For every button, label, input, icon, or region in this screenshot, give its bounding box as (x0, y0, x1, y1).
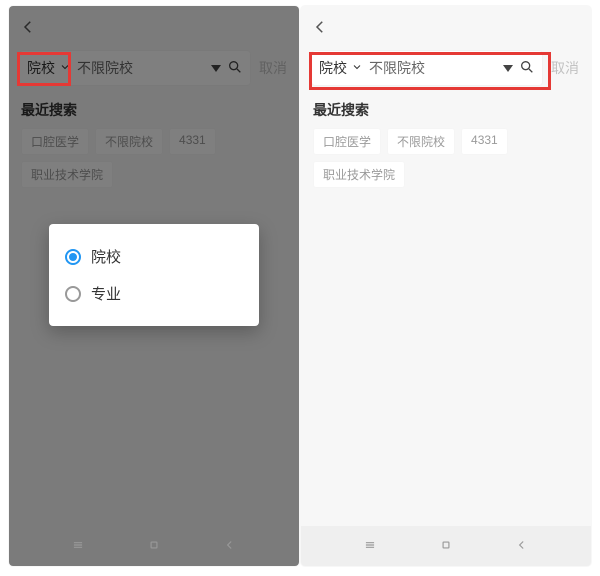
category-popup: 院校专业 (49, 224, 259, 326)
recent-chip[interactable]: 4331 (461, 128, 508, 155)
recent-chip[interactable]: 不限院校 (387, 128, 455, 155)
recent-chip[interactable]: 职业技术学院 (313, 161, 405, 188)
nav-back-icon[interactable] (515, 538, 529, 555)
phone-right: 院校 不限院校 取消 最近搜索 口腔医学不限院校4331职业技术学院 (301, 6, 591, 566)
phone-pair: 院校 不限院校 取消 最近搜索 口腔医学不限院校4331职业技术学院 (9, 0, 591, 566)
back-icon[interactable] (311, 18, 329, 39)
search-row: 院校 不限院校 取消 (301, 50, 591, 94)
cancel-button[interactable]: 取消 (549, 58, 581, 78)
category-label: 院校 (319, 58, 347, 78)
recent-chip[interactable]: 口腔医学 (313, 128, 381, 155)
radio-label: 专业 (91, 283, 121, 304)
nav-recents-icon[interactable] (363, 538, 377, 555)
nav-recents-icon[interactable] (71, 538, 85, 555)
radio-option[interactable]: 专业 (65, 275, 243, 312)
comparison-stage: 院校 不限院校 取消 最近搜索 口腔医学不限院校4331职业技术学院 (0, 0, 600, 576)
radio-icon (65, 286, 81, 302)
radio-icon (65, 249, 81, 265)
phone-left: 院校 不限院校 取消 最近搜索 口腔医学不限院校4331职业技术学院 (9, 6, 299, 566)
nav-home-icon[interactable] (439, 538, 453, 555)
search-box[interactable]: 院校 不限院校 (311, 50, 543, 86)
system-navbar (301, 526, 591, 566)
nav-home-icon[interactable] (147, 538, 161, 555)
recent-chips-right: 口腔医学不限院校4331 职业技术学院 (301, 128, 591, 188)
topbar (301, 6, 591, 50)
chevron-down-icon (351, 60, 363, 76)
category-picker[interactable]: 院校 (319, 58, 363, 78)
search-input[interactable]: 不限院校 (369, 58, 497, 78)
recent-title: 最近搜索 (301, 94, 591, 128)
system-navbar (9, 526, 299, 566)
radio-label: 院校 (91, 246, 121, 267)
search-icon[interactable] (519, 59, 535, 78)
radio-option[interactable]: 院校 (65, 238, 243, 275)
dropdown-caret-icon[interactable] (503, 65, 513, 72)
nav-back-icon[interactable] (223, 538, 237, 555)
